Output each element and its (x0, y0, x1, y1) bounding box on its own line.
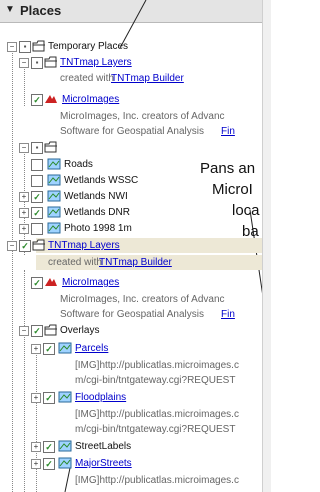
tntmap-builder-link[interactable]: TNTmap Builder (111, 73, 184, 84)
expand-toggle[interactable]: + (31, 459, 41, 469)
expand-toggle[interactable]: + (31, 442, 41, 452)
layer-icon (58, 342, 72, 354)
layer-icon (58, 440, 72, 452)
vertical-scrollbar[interactable] (262, 0, 271, 492)
tree-row-streetlabels[interactable]: + ✓ StreetLabels (0, 439, 262, 455)
tntmap-builder-link[interactable]: TNTmap Builder (99, 257, 172, 268)
layer-icon (47, 190, 61, 202)
callout-text-line: Pans an (200, 160, 256, 177)
expand-toggle[interactable]: + (19, 192, 29, 202)
tree-row-created-with: created with TNTmap Builder (0, 255, 262, 271)
tree-row-layer[interactable]: + ✓ Wetlands DNR (0, 205, 262, 221)
collapse-toggle[interactable]: − (7, 42, 17, 52)
expand-toggle[interactable]: + (31, 393, 41, 403)
partial-checkbox[interactable]: ▪ (31, 57, 43, 69)
checkbox-checked[interactable]: ✓ (31, 277, 43, 289)
checkbox-checked[interactable]: ✓ (31, 191, 43, 203)
layer-icon (47, 158, 61, 170)
folder-icon (44, 141, 57, 153)
microimages-desc-line1: MicroImages, Inc. creators of Advanc (60, 111, 225, 122)
callout-text-line: MicroI (212, 181, 253, 198)
tntmap-layers-link[interactable]: TNTmap Layers (60, 57, 132, 68)
checkbox-checked[interactable]: ✓ (43, 343, 55, 355)
tree-row-majorstreets[interactable]: + ✓ MajorStreets (0, 456, 262, 472)
folder-icon (44, 324, 57, 336)
layer-icon (47, 222, 61, 234)
layer-url-line1: [IMG]http://publicatlas.microimages.c (75, 475, 239, 486)
microimages-link[interactable]: MicroImages (62, 94, 119, 105)
collapse-toggle[interactable]: − (7, 241, 17, 251)
callout-text-line: ba (242, 223, 259, 240)
tree-row-floodplains[interactable]: + ✓ Floodplains (0, 390, 262, 406)
microimages-desc-line1: MicroImages, Inc. creators of Advanc (60, 294, 225, 305)
checkbox-checked[interactable]: ✓ (43, 458, 55, 470)
checkbox-checked[interactable]: ✓ (43, 392, 55, 404)
parcels-link[interactable]: Parcels (75, 343, 108, 354)
layer-icon (58, 391, 72, 403)
expand-toggle[interactable]: + (31, 344, 41, 354)
layer-url-line2: m/cgi-bin/tntgateway.cgi?REQUEST (75, 424, 236, 435)
checkbox-unchecked[interactable] (31, 159, 43, 171)
layer-icon (58, 457, 72, 469)
tree-row-microimages[interactable]: ✓ MicroImages (0, 92, 262, 108)
tntmap-layers-link[interactable]: TNTmap Layers (48, 240, 120, 251)
checkbox-unchecked[interactable] (31, 175, 43, 187)
microimages-logo-icon (45, 278, 57, 286)
partial-checkbox[interactable]: ▪ (31, 142, 43, 154)
folder-icon (32, 40, 45, 52)
tree-row-microimages[interactable]: ✓ MicroImages (0, 275, 262, 291)
tree-row-root[interactable]: − ▪ Temporary Places (0, 39, 262, 55)
collapse-toggle[interactable]: − (19, 326, 29, 336)
folder-icon (32, 239, 45, 251)
tree-row-parcels[interactable]: + ✓ Parcels (0, 341, 262, 357)
partial-checkbox[interactable]: ▪ (19, 41, 31, 53)
collapse-toggle[interactable]: − (19, 143, 29, 153)
tree-row-created-with: created with TNTmap Builder (0, 71, 262, 87)
microimages-logo-icon (45, 95, 57, 103)
folder-icon (44, 56, 57, 68)
layer-url-line1: [IMG]http://publicatlas.microimages.c (75, 360, 239, 371)
microimages-desc-line2: Software for Geospatial Analysis Fin (60, 309, 235, 320)
find-link[interactable]: Fin (221, 126, 235, 137)
layer-url-line1: [IMG]http://publicatlas.microimages.c (75, 409, 239, 420)
expand-toggle[interactable]: + (19, 208, 29, 218)
tree-row-tntmap-layers[interactable]: − ✓ TNTmap Layers (0, 238, 262, 254)
checkbox-unchecked[interactable] (31, 223, 43, 235)
checkbox-checked[interactable]: ✓ (43, 441, 55, 453)
microimages-desc-line2: Software for Geospatial Analysis Fin (60, 126, 235, 137)
root-label: Temporary Places (48, 41, 129, 52)
tree-row-tntmap-layers[interactable]: − ▪ TNTmap Layers (0, 55, 262, 71)
find-link[interactable]: Fin (221, 309, 235, 320)
microimages-link[interactable]: MicroImages (62, 277, 119, 288)
checkbox-checked[interactable]: ✓ (31, 325, 43, 337)
tree-row-layer[interactable]: + Photo 1998 1m (0, 221, 262, 237)
callout-text-line: loca (232, 202, 260, 219)
checkbox-checked[interactable]: ✓ (31, 207, 43, 219)
majorstreets-link[interactable]: MajorStreets (75, 458, 132, 469)
created-with-text: created with (48, 257, 102, 268)
expand-toggle[interactable]: + (19, 224, 29, 234)
created-with-text: created with (60, 73, 114, 84)
collapse-toggle[interactable]: − (19, 58, 29, 68)
tree-row-folder[interactable]: − ▪ (0, 140, 262, 156)
layer-url-line2: m/cgi-bin/tntgateway.cgi?REQUEST (75, 375, 236, 386)
layer-icon (47, 206, 61, 218)
layer-icon (47, 174, 61, 186)
floodplains-link[interactable]: Floodplains (75, 392, 126, 403)
checkbox-checked[interactable]: ✓ (19, 240, 31, 252)
tree-row-overlays[interactable]: − ✓ Overlays (0, 323, 262, 339)
checkbox-checked[interactable]: ✓ (31, 94, 43, 106)
